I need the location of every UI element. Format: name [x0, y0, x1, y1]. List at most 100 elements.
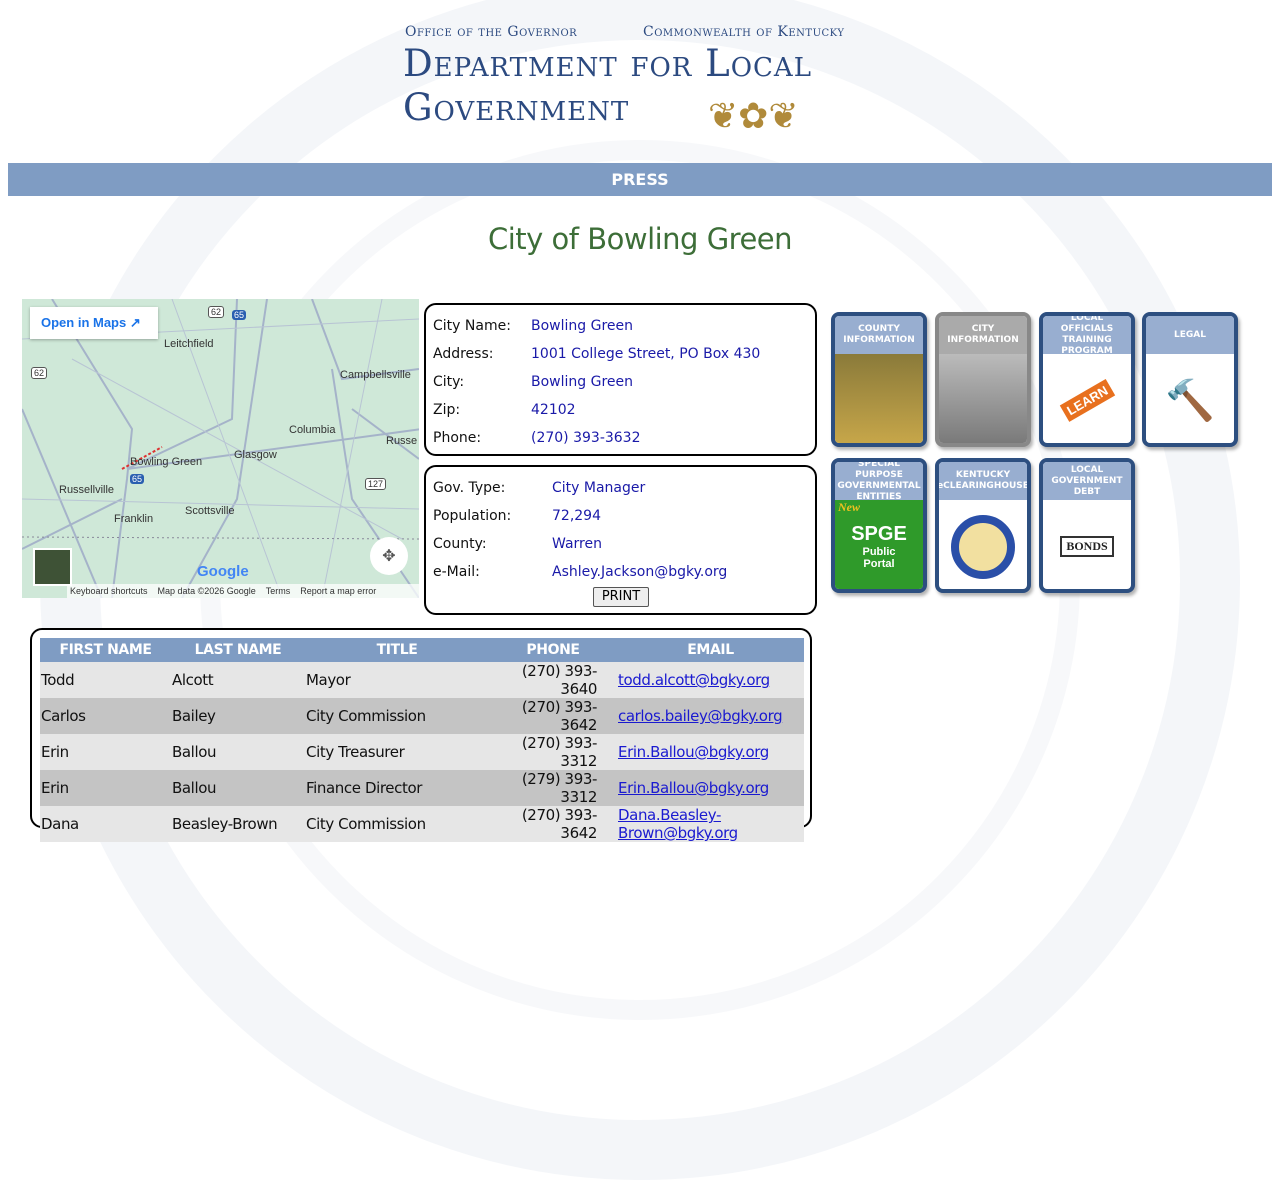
info-label: City:	[433, 374, 465, 390]
tile-title: CITY INFORMATION	[939, 316, 1027, 354]
cell-email: carlos.bailey@bgky.org	[617, 698, 804, 734]
tile-city-information[interactable]: CITY INFORMATION	[935, 312, 1031, 447]
gavel-icon: 🔨	[1165, 378, 1215, 424]
cell-first-name: Dana	[40, 806, 171, 842]
cell-title: City Commission	[305, 806, 489, 842]
cell-first-name: Carlos	[40, 698, 171, 734]
keyboard-shortcuts-link[interactable]: Keyboard shortcuts	[70, 584, 148, 598]
col-email: EMAIL	[617, 638, 804, 662]
map-footer: Keyboard shortcuts Map data ©2026 Google…	[67, 584, 419, 598]
logo-line2: Government	[403, 86, 630, 129]
tile-legal[interactable]: LEGAL 🔨	[1142, 312, 1238, 447]
logo-office: Office of the Governor	[405, 24, 578, 40]
email-link[interactable]: Ashley.Jackson@bgky.org	[552, 558, 727, 586]
autumn-trees-image	[835, 354, 923, 443]
email-link[interactable]: Erin.Ballou@bgky.org	[618, 779, 769, 797]
print-button[interactable]: PRINT	[593, 587, 649, 607]
cell-first-name: Erin	[40, 770, 171, 806]
info-label: Address:	[433, 346, 494, 362]
tile-title: SPECIAL PURPOSE GOVERNMENTAL ENTITIES	[835, 462, 923, 502]
info-label: e-Mail:	[433, 564, 480, 580]
col-title: TITLE	[305, 638, 489, 662]
cell-email: todd.alcott@bgky.org	[617, 662, 804, 698]
report-error-link[interactable]: Report a map error	[300, 584, 376, 598]
cell-phone: (270) 393-3642	[489, 806, 617, 842]
col-last-name: LAST NAME	[171, 638, 305, 662]
info-label: Zip:	[433, 402, 461, 418]
map[interactable]: Open in Maps ↗ Leitchfield Campbellsvill…	[22, 299, 419, 598]
cell-title: City Commission	[305, 698, 489, 734]
officials-table: FIRST NAME LAST NAME TITLE PHONE EMAIL T…	[40, 638, 804, 842]
cell-phone: (270) 393-3640	[489, 662, 617, 698]
map-label: Glasgow	[234, 449, 277, 461]
info-row: City Name: Bowling Green	[433, 312, 633, 340]
tile-title: LOCAL OFFICIALS TRAINING PROGRAM	[1043, 316, 1131, 356]
email-link[interactable]: todd.alcott@bgky.org	[618, 671, 770, 689]
map-label: Leitchfield	[164, 338, 214, 350]
cell-email: Erin.Ballou@bgky.org	[617, 770, 804, 806]
gov-info-box: Gov. Type: City Manager Population: 72,294…	[424, 465, 817, 615]
tile-training-program[interactable]: LOCAL OFFICIALS TRAINING PROGRAM LEARN	[1039, 312, 1135, 447]
tile-county-information[interactable]: COUNTY INFORMATION	[831, 312, 927, 447]
satellite-toggle[interactable]	[33, 548, 72, 586]
table-header: FIRST NAME LAST NAME TITLE PHONE EMAIL	[40, 638, 804, 662]
bonds-image: BONDS	[1043, 500, 1131, 589]
camera-control-icon[interactable]: ✥	[370, 537, 408, 575]
department-logo[interactable]: Office of the Governor Commonwealth of K…	[403, 24, 878, 144]
logo-commonwealth: Commonwealth of Kentucky	[643, 24, 845, 40]
route-shield: 62	[31, 367, 48, 379]
info-label: County:	[433, 536, 487, 552]
info-row: Phone: (270) 393-3632	[433, 424, 641, 452]
cell-first-name: Todd	[40, 662, 171, 698]
tile-spge[interactable]: SPECIAL PURPOSE GOVERNMENTAL ENTITIES New…	[831, 458, 927, 593]
email-link[interactable]: carlos.bailey@bgky.org	[618, 707, 783, 725]
open-in-maps-button[interactable]: Open in Maps ↗	[30, 307, 158, 339]
cell-email: Erin.Ballou@bgky.org	[617, 734, 804, 770]
cell-last-name: Beasley-Brown	[171, 806, 305, 842]
terms-link[interactable]: Terms	[266, 584, 291, 598]
info-row: Address: 1001 College Street, PO Box 430	[433, 340, 760, 368]
learn-blocks-image: LEARN	[1043, 354, 1131, 443]
officials-table-box: FIRST NAME LAST NAME TITLE PHONE EMAIL T…	[30, 628, 812, 842]
map-roads	[22, 299, 419, 598]
cell-email: Dana.Beasley-Brown@bgky.org	[617, 806, 804, 842]
tile-title: KENTUCKY eCLEARINGHOUSE	[939, 462, 1027, 500]
info-row: Gov. Type: City Manager	[433, 474, 645, 502]
info-value: City Manager	[552, 480, 646, 496]
col-first-name: FIRST NAME	[40, 638, 171, 662]
interstate-shield: 65	[232, 310, 247, 320]
info-value: Bowling Green	[531, 318, 634, 334]
cell-last-name: Alcott	[171, 662, 305, 698]
cell-phone: (270) 393-3642	[489, 698, 617, 734]
table-row: Erin Ballou Finance Director (279) 393-3312…	[40, 770, 804, 806]
info-label: Phone:	[433, 430, 482, 446]
open-in-maps-label: Open in Maps	[41, 315, 127, 330]
route-shield: 127	[365, 478, 387, 490]
email-link[interactable]: Erin.Ballou@bgky.org	[618, 743, 769, 761]
map-label: Russe	[386, 435, 418, 447]
map-label: Campbellsville	[340, 369, 411, 381]
external-link-icon: ↗	[129, 315, 141, 330]
info-row: City: Bowling Green	[433, 368, 633, 396]
map-label: Columbia	[289, 424, 336, 436]
cell-last-name: Ballou	[171, 770, 305, 806]
map-label: Scottsville	[185, 505, 235, 517]
tile-title: LOCAL GOVERNMENT DEBT	[1043, 462, 1131, 500]
tile-title: LEGAL	[1146, 316, 1234, 354]
table-row: Carlos Bailey City Commission (270) 393-364…	[40, 698, 804, 734]
info-row: e-Mail: Ashley.Jackson@bgky.org	[433, 558, 727, 586]
col-phone: PHONE	[489, 638, 617, 662]
tile-eclearinghouse[interactable]: KENTUCKY eCLEARINGHOUSE	[935, 458, 1031, 593]
cell-phone: (270) 393-3312	[489, 734, 617, 770]
email-link[interactable]: Dana.Beasley-Brown@bgky.org	[618, 806, 738, 842]
info-value: (270) 393-3632	[531, 430, 641, 446]
nav-press[interactable]: PRESS	[611, 170, 668, 189]
nav-bar: PRESS	[8, 163, 1272, 196]
info-value: 72,294	[552, 508, 601, 524]
tile-government-debt[interactable]: LOCAL GOVERNMENT DEBT BONDS	[1039, 458, 1135, 593]
map-label: Russellville	[59, 484, 115, 496]
info-value: Bowling Green	[531, 374, 634, 390]
info-label: Population:	[433, 508, 512, 524]
kentucky-seal-icon	[939, 500, 1027, 589]
cell-title: Finance Director	[305, 770, 489, 806]
